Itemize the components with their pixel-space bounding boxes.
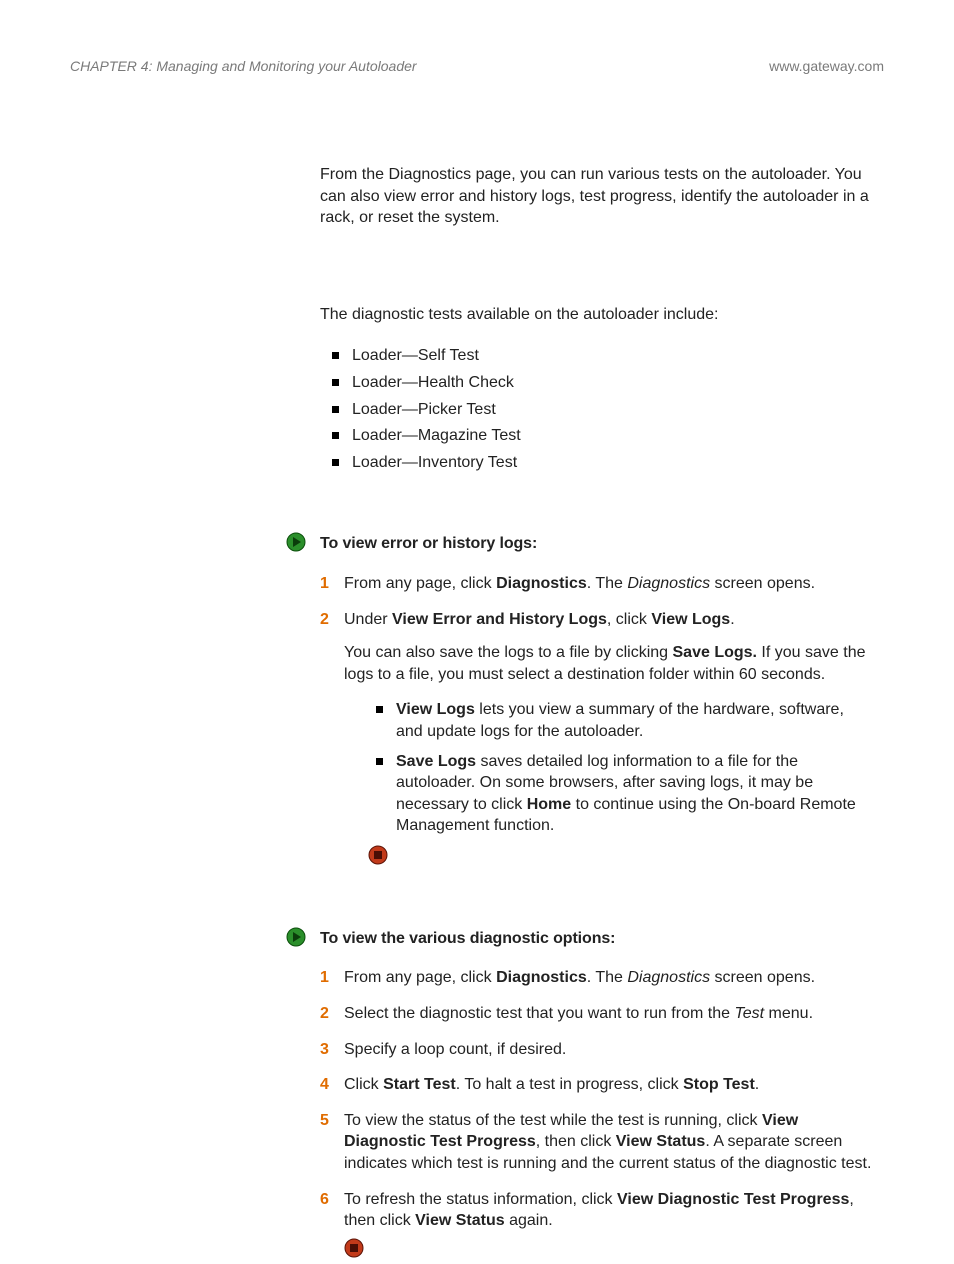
play-icon bbox=[286, 927, 306, 947]
list-item: Loader—Self Test bbox=[330, 345, 874, 367]
procedure-title: To view the various diagnostic options: bbox=[320, 930, 615, 947]
procedure-steps: From any page, click Diagnostics. The Di… bbox=[320, 573, 874, 869]
intro-paragraph: From the Diagnostics page, you can run v… bbox=[320, 164, 874, 229]
procedure-heading: To view the various diagnostic options: bbox=[320, 928, 874, 950]
chapter-title: CHAPTER 4: Managing and Monitoring your … bbox=[70, 58, 417, 74]
procedure-title: To view error or history logs: bbox=[320, 535, 537, 552]
procedure-steps: From any page, click Diagnostics. The Di… bbox=[320, 967, 874, 1261]
header-url: www.gateway.com bbox=[769, 58, 884, 74]
document-page: CHAPTER 4: Managing and Monitoring your … bbox=[0, 0, 954, 1235]
step: Click Start Test. To halt a test in prog… bbox=[320, 1074, 874, 1096]
page-body: From the Diagnostics page, you can run v… bbox=[320, 164, 874, 1262]
step: To view the status of the test while the… bbox=[320, 1110, 874, 1175]
step: Specify a loop count, if desired. bbox=[320, 1039, 874, 1061]
list-item: Loader—Inventory Test bbox=[330, 452, 874, 474]
step-sublist: View Logs lets you view a summary of the… bbox=[374, 699, 874, 837]
step: From any page, click Diagnostics. The Di… bbox=[320, 573, 874, 595]
list-item: Loader—Magazine Test bbox=[330, 425, 874, 447]
step: Select the diagnostic test that you want… bbox=[320, 1003, 874, 1025]
list-item: Loader—Picker Test bbox=[330, 399, 874, 421]
page-header: CHAPTER 4: Managing and Monitoring your … bbox=[70, 58, 884, 74]
end-marker bbox=[344, 1238, 874, 1262]
stop-icon bbox=[344, 1238, 364, 1258]
step-subparagraph: You can also save the logs to a file by … bbox=[344, 642, 874, 685]
play-icon bbox=[286, 532, 306, 552]
step: Under View Error and History Logs, click… bbox=[320, 609, 874, 869]
tests-list: Loader—Self Test Loader—Health Check Loa… bbox=[330, 345, 874, 473]
list-item: View Logs lets you view a summary of the… bbox=[374, 699, 874, 742]
list-item: Loader—Health Check bbox=[330, 372, 874, 394]
stop-icon bbox=[368, 845, 388, 865]
end-marker bbox=[368, 845, 874, 869]
tests-intro: The diagnostic tests available on the au… bbox=[320, 304, 874, 326]
step: To refresh the status information, click… bbox=[320, 1189, 874, 1262]
list-item: Save Logs saves detailed log information… bbox=[374, 751, 874, 837]
procedure-heading: To view error or history logs: bbox=[320, 533, 874, 555]
step: From any page, click Diagnostics. The Di… bbox=[320, 967, 874, 989]
